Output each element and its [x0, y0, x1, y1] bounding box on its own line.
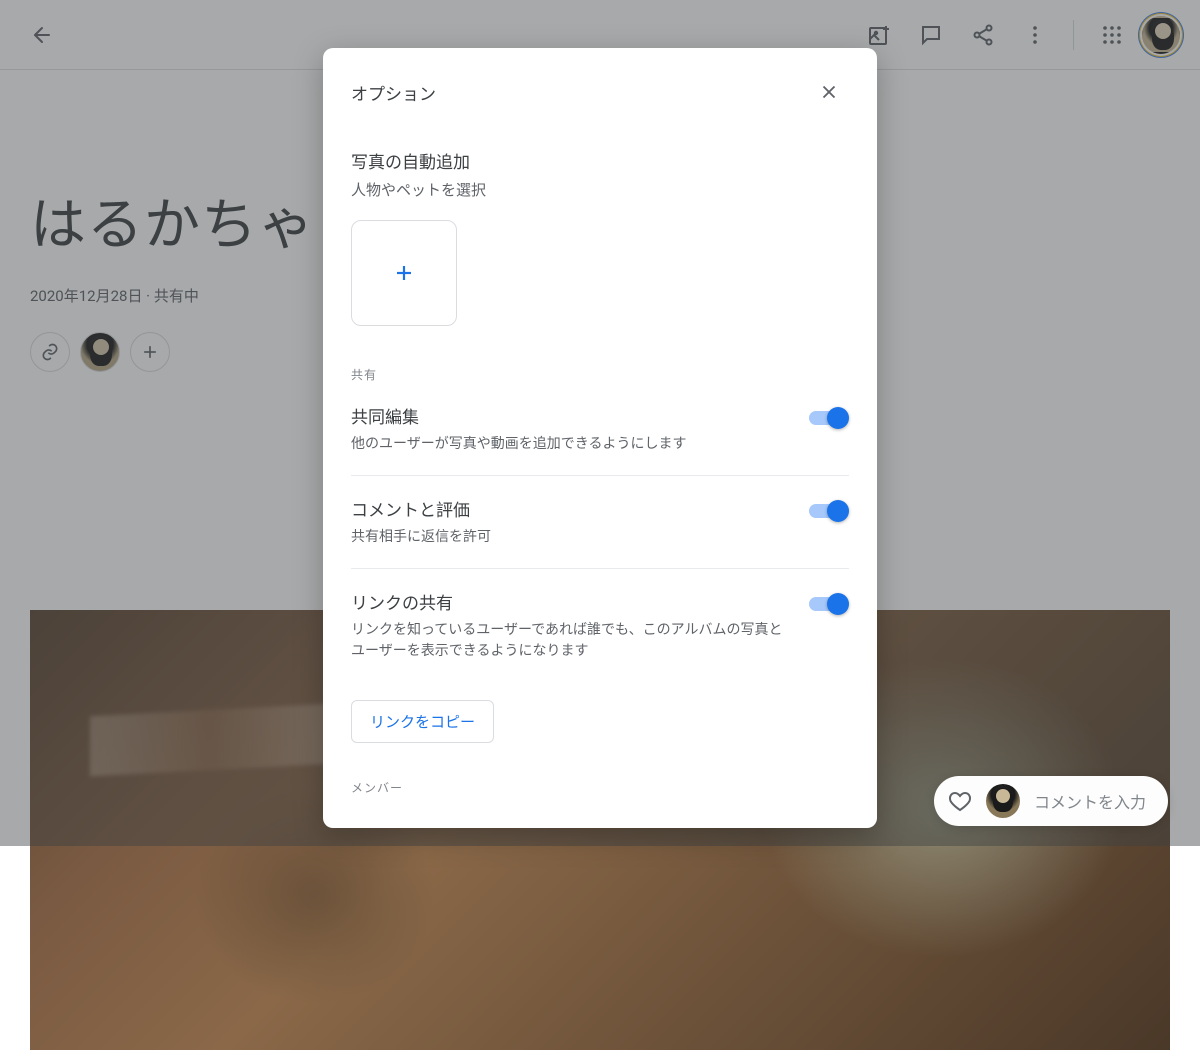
switch-thumb — [827, 407, 849, 429]
toggle-link-share-switch[interactable] — [809, 593, 849, 615]
dialog-header: オプション — [323, 48, 877, 120]
add-face-button[interactable] — [351, 220, 457, 326]
switch-thumb — [827, 593, 849, 615]
plus-icon — [392, 261, 416, 285]
options-dialog: オプション 写真の自動追加 人物やペットを選択 共有 共同編集 他のユーザーが写… — [323, 48, 877, 828]
toggle-desc: 他のユーザーが写真や動画を追加できるようにします — [351, 434, 785, 455]
dialog-body: 写真の自動追加 人物やペットを選択 共有 共同編集 他のユーザーが写真や動画を追… — [323, 120, 877, 828]
comment-avatar — [986, 784, 1020, 818]
close-dialog-button[interactable] — [809, 72, 849, 112]
dialog-title: オプション — [351, 80, 436, 105]
toggle-title: リンクの共有 — [351, 589, 785, 614]
toggle-row-collaborate: 共同編集 他のユーザーが写真や動画を追加できるようにします — [351, 383, 849, 476]
toggle-title: コメントと評価 — [351, 496, 785, 521]
auto-add-subtitle: 人物やペットを選択 — [351, 179, 849, 200]
members-section-label: メンバー — [351, 779, 849, 796]
toggle-row-link-share: リンクの共有 リンクを知っているユーザーであれば誰でも、このアルバムの写真とユー… — [351, 569, 849, 682]
copy-link-button[interactable]: リンクをコピー — [351, 700, 494, 743]
toggle-row-comments: コメントと評価 共有相手に返信を許可 — [351, 476, 849, 569]
auto-add-title: 写真の自動追加 — [351, 148, 849, 173]
comment-input-pill: コメントを入力 — [934, 776, 1168, 826]
comment-input[interactable]: コメントを入力 — [1034, 789, 1146, 813]
heart-icon — [948, 789, 972, 813]
toggle-comments-switch[interactable] — [809, 500, 849, 522]
toggle-title: 共同編集 — [351, 403, 785, 428]
close-icon — [818, 81, 840, 103]
toggle-desc: リンクを知っているユーザーであれば誰でも、このアルバムの写真とユーザーを表示でき… — [351, 620, 785, 662]
toggle-desc: 共有相手に返信を許可 — [351, 527, 785, 548]
toggle-collaborate-switch[interactable] — [809, 407, 849, 429]
share-section-label: 共有 — [351, 366, 849, 383]
like-button[interactable] — [948, 789, 972, 813]
switch-thumb — [827, 500, 849, 522]
